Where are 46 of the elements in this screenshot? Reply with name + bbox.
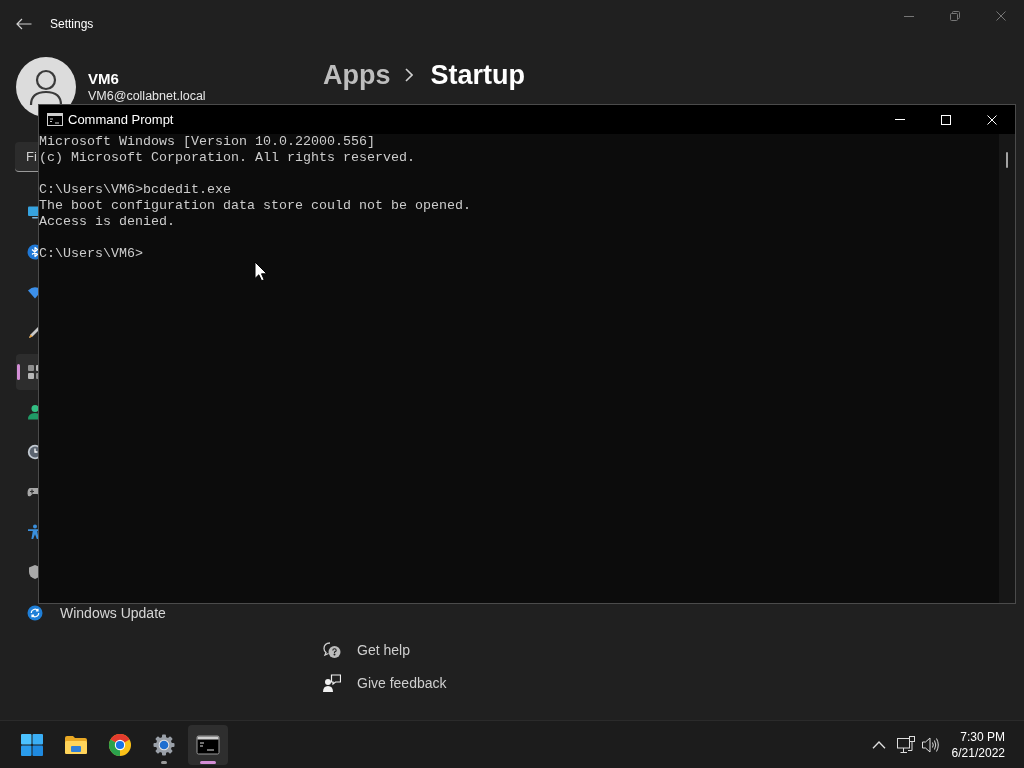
terminal-icon bbox=[196, 732, 220, 757]
console-line: C:\Users\VM6>bcdedit.exe bbox=[39, 182, 231, 198]
maximize-icon[interactable] bbox=[941, 114, 951, 125]
clock-time[interactable]: 7:30 PM bbox=[960, 728, 1005, 745]
minimize-icon[interactable] bbox=[904, 15, 914, 17]
wifi-icon bbox=[27, 284, 38, 300]
sidebar-item[interactable]: Windows Update bbox=[16, 605, 166, 621]
search-field[interactable]: Fi bbox=[15, 142, 38, 172]
console-line: The boot configuration data store could not be opened. bbox=[39, 198, 471, 214]
feedback-icon[interactable] bbox=[323, 673, 341, 692]
terminal-icon bbox=[47, 113, 63, 126]
person-icon bbox=[27, 404, 38, 420]
help-icon[interactable] bbox=[323, 640, 341, 659]
gear-icon bbox=[152, 732, 176, 757]
console-line: Microsoft Windows [Version 10.0.22000.556] bbox=[39, 134, 375, 150]
selection-indicator bbox=[17, 364, 20, 380]
start-icon bbox=[20, 732, 44, 757]
grid-icon bbox=[27, 364, 38, 380]
sidebar-item[interactable] bbox=[16, 354, 38, 390]
clock-date[interactable]: 6/21/2022 bbox=[951, 744, 1005, 761]
profile-name: VM6 bbox=[88, 70, 120, 88]
breadcrumb-link[interactable]: Apps bbox=[323, 57, 391, 93]
window-title: Settings bbox=[50, 16, 94, 32]
console-line: (c) Microsoft Corporation. All rights reserved. bbox=[39, 150, 415, 166]
figure-icon bbox=[27, 524, 38, 540]
restore-icon[interactable] bbox=[950, 11, 960, 21]
help-link[interactable]: Get help bbox=[357, 641, 410, 658]
console-line: Access is denied. bbox=[39, 214, 175, 230]
profile-email: VM6@collabnet.local bbox=[88, 89, 206, 104]
window-title: Command Prompt bbox=[68, 112, 174, 127]
sync-icon bbox=[27, 605, 43, 621]
back-icon[interactable] bbox=[16, 18, 32, 30]
cursor-icon bbox=[254, 261, 268, 282]
chevron-right-icon bbox=[404, 68, 413, 82]
scrollbar-thumb[interactable] bbox=[1006, 152, 1008, 168]
chevron-up-icon[interactable] bbox=[871, 740, 886, 749]
shield-icon bbox=[27, 564, 38, 580]
browser-icon bbox=[108, 732, 132, 757]
network-icon[interactable] bbox=[896, 736, 915, 753]
monitor-icon bbox=[27, 204, 38, 220]
scrollbar[interactable] bbox=[999, 134, 1015, 603]
volume-icon[interactable] bbox=[921, 736, 940, 753]
console-line: C:\Users\VM6> bbox=[39, 246, 143, 262]
page-title: Startup bbox=[430, 59, 525, 92]
feedback-link[interactable]: Give feedback bbox=[357, 674, 447, 691]
taskbar-button[interactable] bbox=[188, 724, 228, 765]
